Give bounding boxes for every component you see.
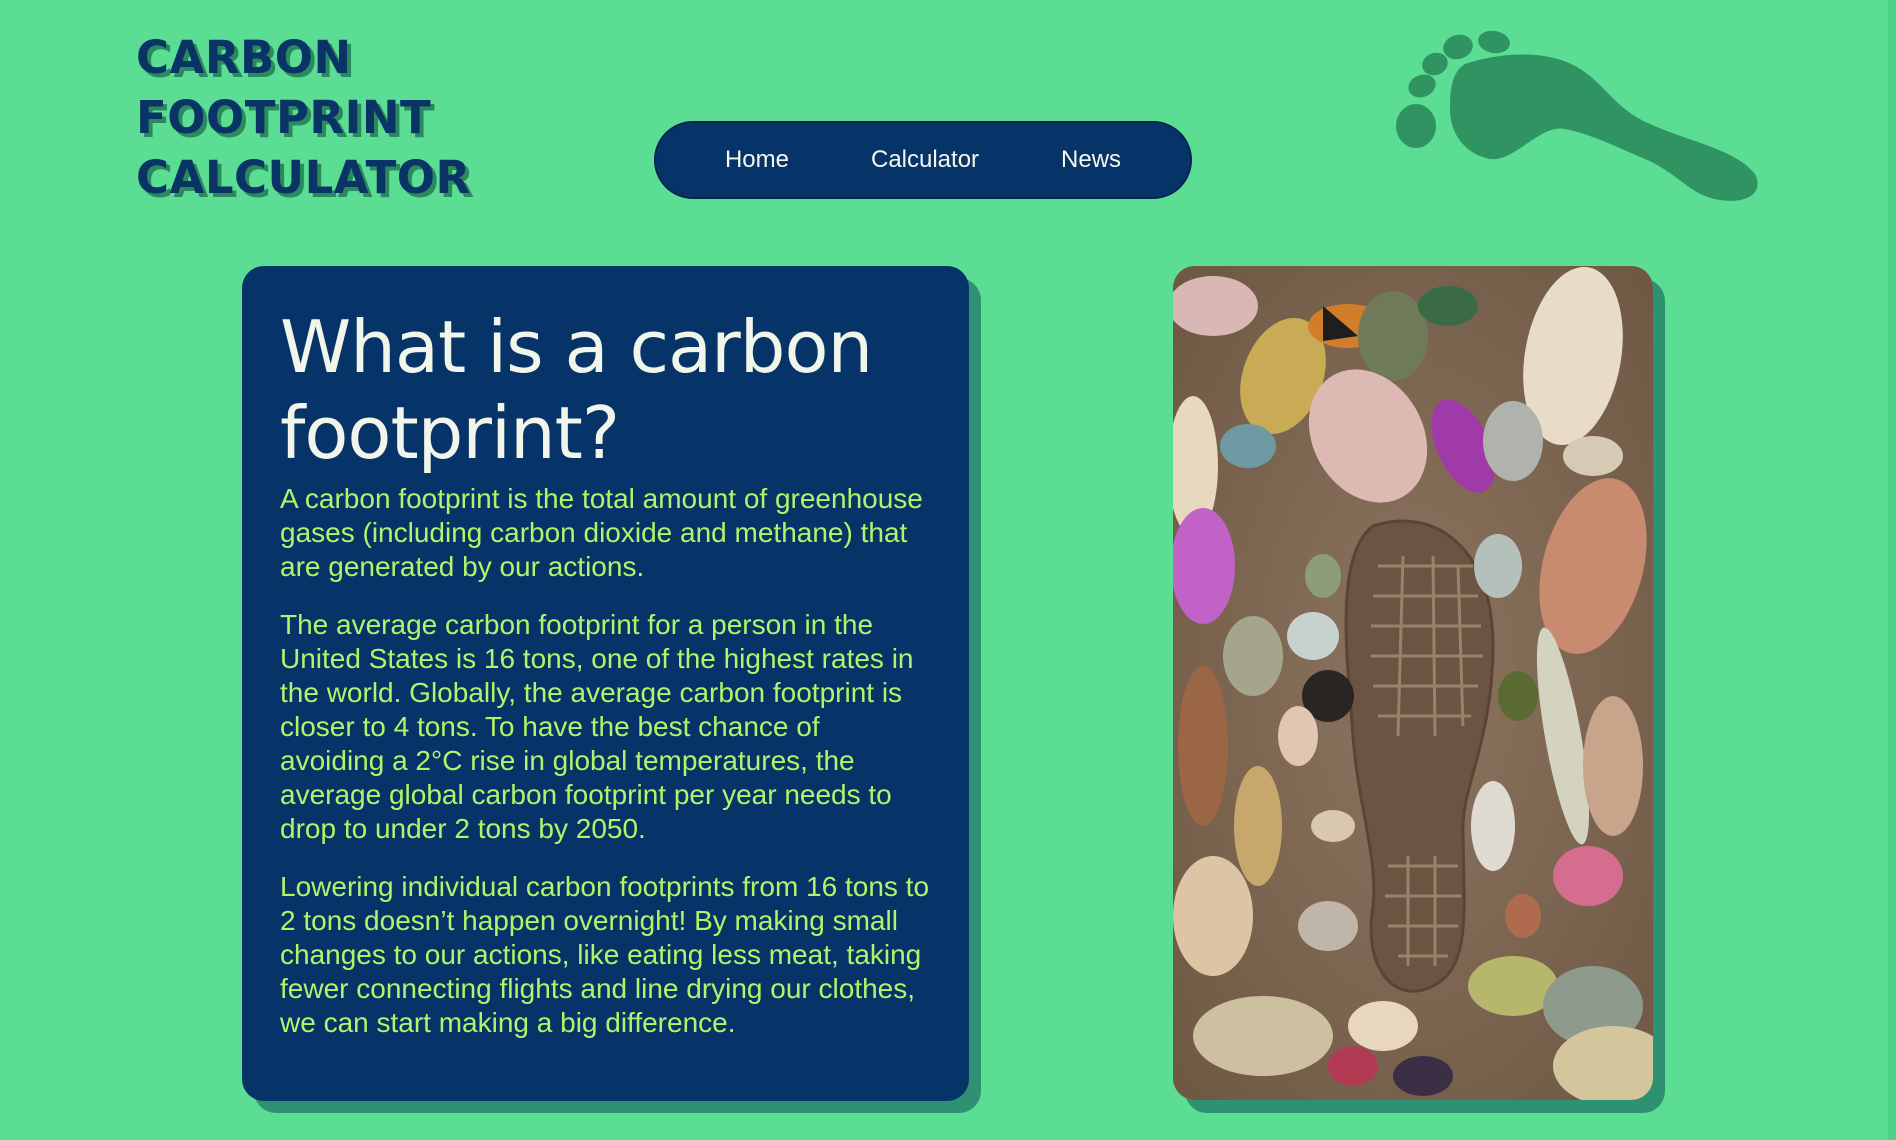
nav-link-news[interactable]: News xyxy=(1061,146,1121,174)
page-scrollbar[interactable] xyxy=(1888,0,1896,1140)
site-logo-title[interactable]: CARBON FOOTPRINT CALCULATOR xyxy=(136,28,471,208)
main-nav: Home Calculator News xyxy=(654,121,1192,199)
card-paragraph-actions: Lowering individual carbon footprints fr… xyxy=(280,871,930,1038)
footprint-collage-image xyxy=(1173,266,1653,1100)
carbon-info-card: What is a carbon footprint? A carbon foo… xyxy=(242,266,969,1101)
card-paragraph-definition: A carbon footprint is the total amount o… xyxy=(280,483,923,582)
card-paragraph-averages: The average carbon footprint for a perso… xyxy=(280,609,914,844)
footprint-icon xyxy=(1396,30,1758,201)
nav-link-calculator[interactable]: Calculator xyxy=(871,146,979,174)
logo-line-2: FOOTPRINT xyxy=(136,91,432,144)
card-heading: What is a carbon footprint? xyxy=(280,305,873,475)
logo-line-3: CALCULATOR xyxy=(136,151,471,204)
nav-link-home[interactable]: Home xyxy=(725,146,789,174)
logo-line-1: CARBON xyxy=(136,31,352,84)
